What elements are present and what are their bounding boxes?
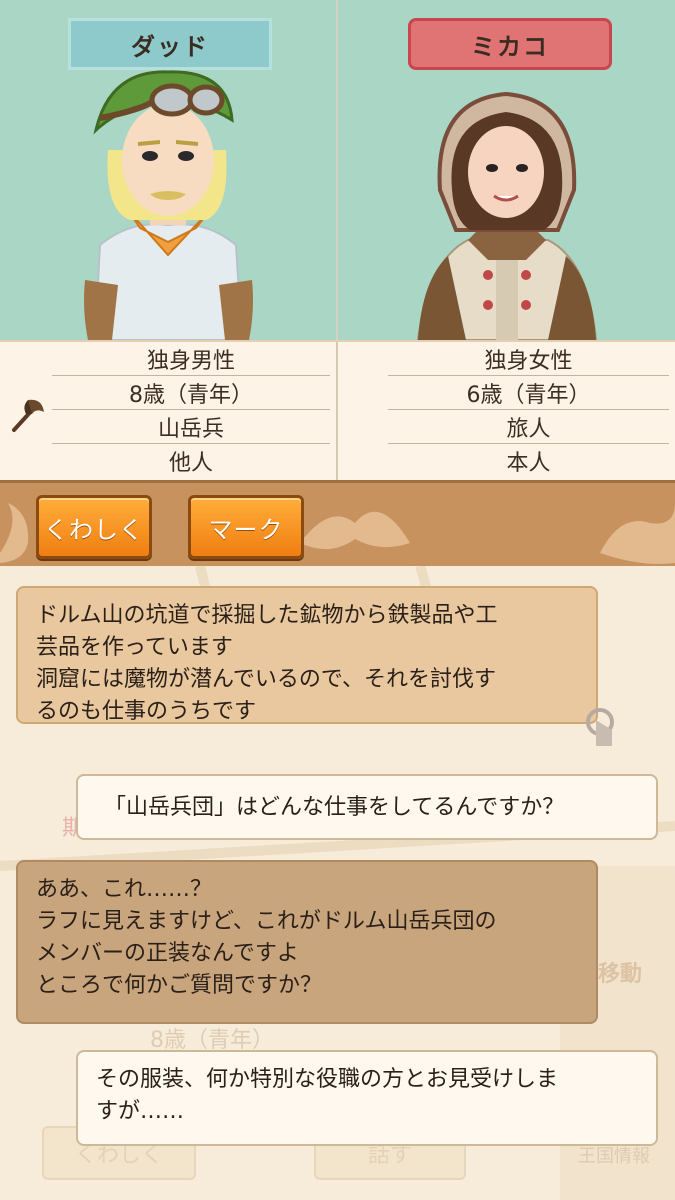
npc-line: 芸品を作っています [36,635,233,660]
ghost-move-label: 移動 [598,962,643,987]
npc-line: メンバーの正装なんですよ [36,941,299,966]
player-speech-bubble-2: その服装、何か特別な役職の方とお見受けしま すが…… [76,1050,658,1146]
avatar-right [416,91,598,340]
info-age-right: 6歳（青年） [388,376,669,410]
npc-speech-bubble-1: ドルム山の坑道で採掘した鉱物から鉄製品や工 芸品を作っています 洞窟には魔物が潜… [16,586,598,724]
portrait-panel-right[interactable]: ミカコ [336,0,675,340]
npc-line: ところで何かご質問ですか？ [36,973,323,998]
avatar-left [84,70,253,340]
ornament-right [600,503,675,564]
info-job-left: 山岳兵 [52,410,330,444]
details-button[interactable]: くわしく [36,495,152,559]
info-relation-left: 他人 [168,450,213,476]
npc-line: ドルム山の坑道で採掘した鉱物から鉄製品や工 [36,603,498,628]
npc-line: ああ、これ……？ [36,877,213,902]
info-column-right: 独身女性 6歳（青年） 旅人 本人 [336,342,675,482]
mark-button[interactable]: マーク [188,495,304,559]
action-toolbar: くわしく マーク [0,480,675,569]
info-age-left: 8歳（青年） [52,376,330,410]
portrait-panel-left[interactable]: ダッド [0,0,336,340]
info-column-left: 独身男性 8歳（青年） 山岳兵 他人 [0,342,336,482]
player-line: すが…… [96,1099,185,1124]
npc-speech-bubble-2: ああ、これ……？ ラフに見えますけど、これがドルム山岳兵団の メンバーの正装なん… [16,860,598,1024]
npc-line: ラフに見えますけど、これがドルム山岳兵団の [36,909,497,934]
npc-line: るのも仕事のうちです [36,699,257,724]
info-job-right: 旅人 [388,410,669,444]
conversation-area[interactable]: 期間限定 8歳（青年） 移動 くわしく 話す 王国情報 ドルム山の坑道で採掘した… [0,566,675,1200]
axe-icon [12,399,44,432]
info-relation-right: 本人 [506,450,551,476]
ornament-center [300,511,410,550]
info-status-right: 独身女性 [388,342,669,376]
character-info-table: 独身男性 8歳（青年） 山岳兵 他人 独身女性 6歳（青年） 旅人 本人 [0,340,675,482]
tap-cursor-icon [586,708,614,746]
portrait-area: ダッド ミカコ [0,0,675,340]
ornament-left [0,503,29,563]
npc-line: 洞窟には魔物が潜んでいるので、それを討伐す [36,667,497,692]
player-line: その服装、何か特別な役職の方とお見受けしま [96,1067,559,1092]
player-line: 「山岳兵団」はどんな仕事をしてるんですか？ [104,795,565,820]
player-speech-bubble-1: 「山岳兵団」はどんな仕事をしてるんですか？ [76,774,658,840]
info-status-left: 独身男性 [52,342,330,376]
